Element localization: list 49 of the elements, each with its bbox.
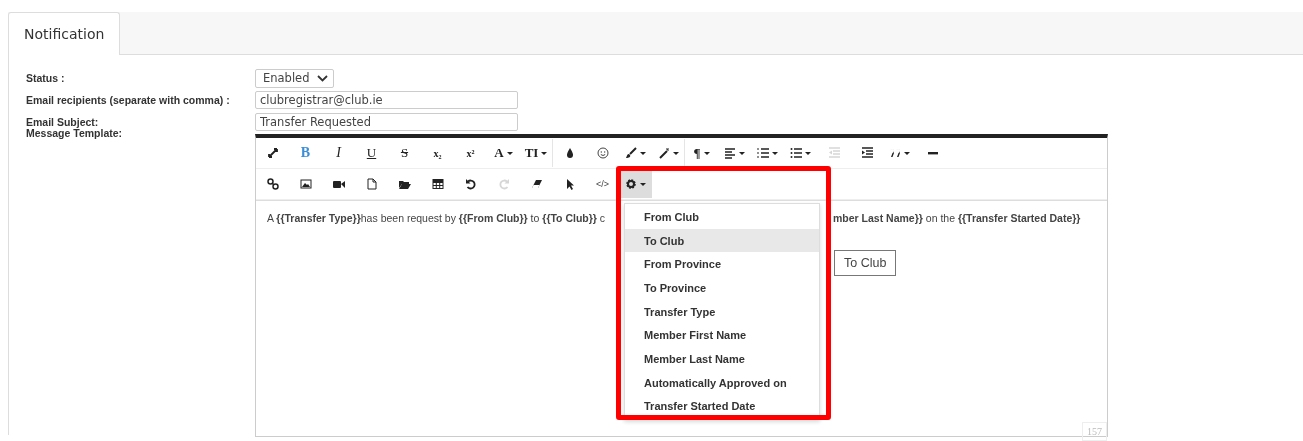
indent-icon bbox=[860, 147, 873, 159]
numbered-list-icon bbox=[757, 147, 769, 159]
field-label: Email recipients (separate with comma) : bbox=[26, 94, 231, 106]
menu-item[interactable]: Member Last Name bbox=[625, 347, 819, 371]
menu-item[interactable]: To Province bbox=[625, 276, 819, 300]
video-icon bbox=[332, 178, 345, 190]
outdent-icon bbox=[827, 147, 840, 159]
table-icon bbox=[431, 178, 444, 190]
toolbar-button[interactable]: A bbox=[487, 139, 520, 167]
toolbar-button[interactable]: TI bbox=[520, 139, 553, 167]
expand-icon bbox=[266, 147, 279, 159]
bullet-list-icon bbox=[790, 147, 802, 159]
toolbar-button[interactable]: S bbox=[388, 139, 421, 167]
status-dropdown[interactable]: Enabled bbox=[255, 68, 335, 88]
toolbar-button[interactable]: ¶ bbox=[685, 139, 718, 167]
smiley-icon bbox=[596, 147, 609, 159]
image-icon bbox=[299, 178, 312, 190]
chevron-icon bbox=[317, 74, 329, 82]
toolbar-button[interactable]: U bbox=[355, 139, 388, 167]
magic-wand-icon bbox=[657, 147, 670, 159]
tooltip: To Club bbox=[834, 250, 897, 276]
menu-item[interactable]: Transfer Type bbox=[625, 299, 819, 324]
menu-item[interactable]: From Club bbox=[625, 205, 819, 229]
toolbar-button[interactable]: x² bbox=[454, 139, 487, 167]
recipients-field[interactable]: clubregistrar@club.ie bbox=[255, 91, 518, 109]
toolbar-button[interactable]: x₂ bbox=[421, 139, 454, 167]
align-icon bbox=[724, 147, 736, 159]
character-counter: 157 bbox=[1082, 422, 1107, 441]
toolbar-button[interactable]: </> bbox=[586, 170, 619, 198]
subject-field[interactable]: Transfer Requested bbox=[255, 113, 518, 131]
menu-item[interactable]: Automatically Approved on bbox=[625, 370, 819, 395]
gear-icon bbox=[625, 178, 637, 190]
menu-item[interactable]: Member First Name bbox=[625, 323, 819, 348]
link-icon bbox=[266, 178, 279, 190]
field-label: Message Template: bbox=[26, 127, 124, 139]
file-icon bbox=[365, 178, 378, 190]
menu-item[interactable]: From Province bbox=[625, 252, 819, 277]
folder-icon bbox=[398, 178, 411, 190]
tab[interactable]: Notification bbox=[8, 12, 121, 55]
message-text: mber Last Name}} on the {{Transfer Started Date}} bbox=[833, 212, 1081, 224]
field-label: Email Subject: bbox=[26, 116, 99, 128]
undo-icon bbox=[464, 178, 477, 190]
redo-icon bbox=[497, 178, 510, 190]
brush-icon bbox=[625, 147, 637, 159]
message-text: A {{Transfer Type}}has been request by {{From Club}} to {{To Club}} c bbox=[267, 212, 606, 224]
menu-item[interactable]: To Club bbox=[625, 228, 819, 253]
field-label: Status : bbox=[26, 72, 66, 84]
eraser-icon bbox=[530, 178, 543, 190]
toolbar-button[interactable]: I bbox=[322, 139, 355, 167]
